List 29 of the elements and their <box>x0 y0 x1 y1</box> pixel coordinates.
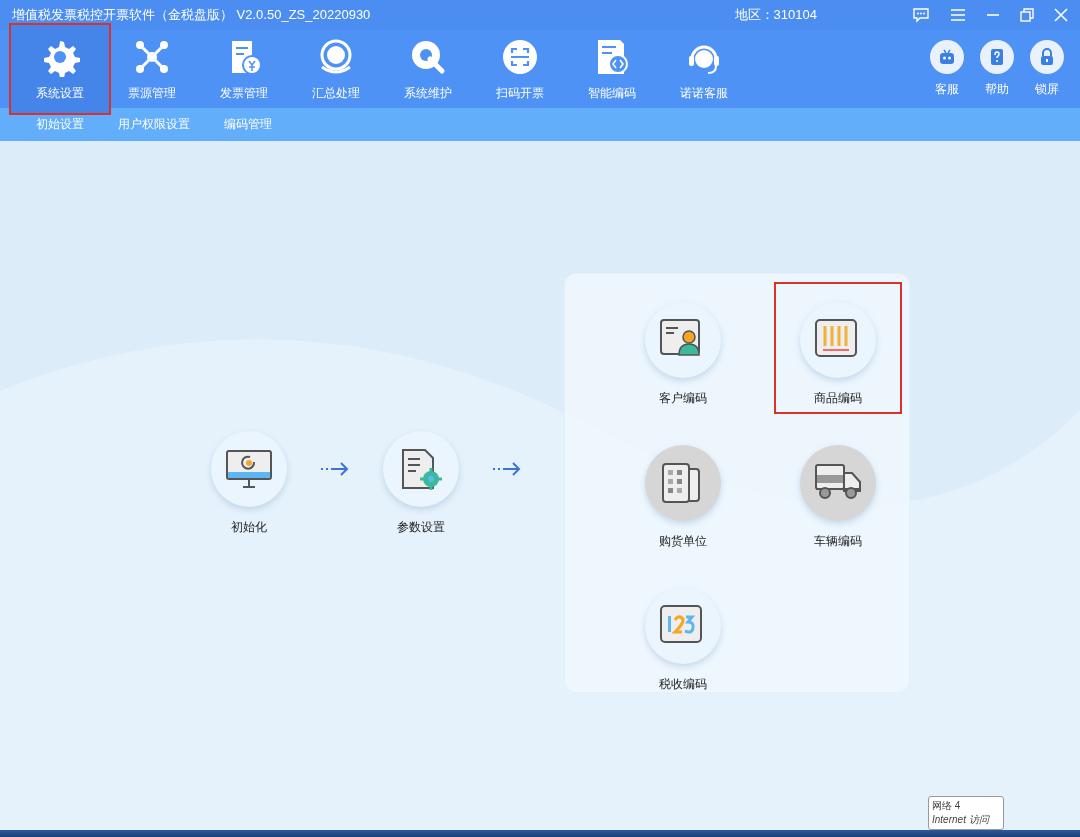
tooltip-text: 网络 4 <box>932 799 962 813</box>
tooltip-text: Internet 访问 <box>932 813 991 827</box>
restore-icon[interactable] <box>1020 8 1034 22</box>
subnav-tab[interactable]: 编码管理 <box>224 116 272 133</box>
coding-option[interactable]: 客户编码 <box>621 298 745 416</box>
menu-icon[interactable] <box>950 8 966 22</box>
dotted-arrow-icon <box>320 462 350 476</box>
toolbar-button[interactable]: 汇总处理 <box>290 30 382 108</box>
close-icon[interactable] <box>1054 8 1068 22</box>
document-gear-icon <box>399 446 443 491</box>
toolbar-button[interactable]: 系统设置 <box>10 24 110 114</box>
toolbar-button[interactable]: 发票管理 <box>198 30 290 108</box>
chat-icon[interactable] <box>912 7 930 23</box>
toolbar-button[interactable]: 扫码开票 <box>474 30 566 108</box>
quick-button[interactable]: 帮助 <box>972 30 1022 108</box>
window-title: 增值税发票税控开票软件（金税盘版） V2.0.50_ZS_20220930 <box>12 6 371 24</box>
quick-button[interactable]: 客服 <box>922 30 972 108</box>
toolbar-button[interactable]: 系统维护 <box>382 30 474 108</box>
toolbar-button[interactable]: 智能编码 <box>566 30 658 108</box>
monitor-icon <box>225 448 273 489</box>
region-label: 地区：310104 <box>734 6 817 24</box>
coding-option[interactable]: 税收编码 <box>621 584 745 702</box>
coding-option[interactable]: 商品编码 <box>776 284 900 412</box>
subnav-tab[interactable]: 用户权限设置 <box>118 116 190 133</box>
robot-icon <box>937 47 957 67</box>
subnav-tab[interactable]: 初始设置 <box>36 116 84 133</box>
dotted-arrow-icon <box>492 462 522 476</box>
toolbar-button[interactable]: 诺诺客服 <box>658 30 750 108</box>
quick-button[interactable]: 锁屏 <box>1022 30 1072 108</box>
